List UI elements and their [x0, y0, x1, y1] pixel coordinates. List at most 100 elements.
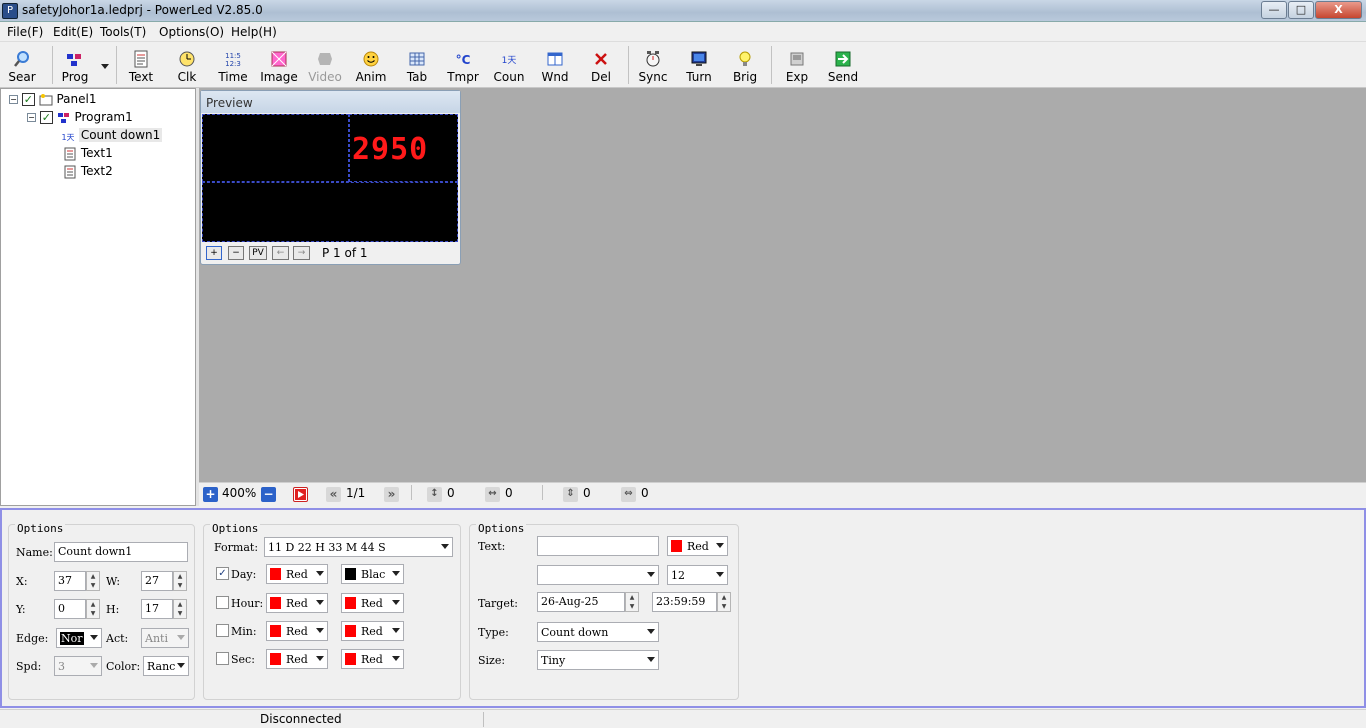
svg-text:°C: °C: [456, 53, 471, 67]
text-button[interactable]: Text: [119, 46, 163, 86]
export-button[interactable]: Exp: [775, 46, 819, 86]
countdown-button[interactable]: 1天 Coun: [487, 46, 531, 86]
preview-pv-button[interactable]: PV: [249, 246, 267, 260]
sync-icon: [646, 51, 660, 67]
sec-checkbox[interactable]: [216, 652, 229, 665]
text-field[interactable]: [537, 536, 659, 556]
target-date-field[interactable]: 26-Aug-25: [537, 592, 625, 612]
preview-zoom-out-button[interactable]: −: [228, 246, 244, 260]
color-select[interactable]: Ranc: [143, 656, 189, 676]
sec-color-select[interactable]: Red: [266, 649, 328, 669]
panel-checkbox[interactable]: ✓: [21, 93, 35, 106]
delete-button[interactable]: Del: [579, 46, 623, 86]
type-select[interactable]: Count down: [537, 622, 659, 642]
options-basic-title: Options: [15, 522, 66, 535]
led-area-text1[interactable]: [202, 114, 349, 182]
play-icon[interactable]: [293, 487, 308, 502]
min-color-select[interactable]: Red: [266, 621, 328, 641]
hour-color-select[interactable]: Red: [266, 593, 328, 613]
panel-icon: [39, 93, 53, 105]
menu-tools[interactable]: Tools(T): [100, 25, 146, 39]
program-checkbox[interactable]: ✓: [39, 111, 53, 124]
chevron-down-icon: [316, 656, 324, 661]
target-time-field[interactable]: 23:59:59: [652, 592, 717, 612]
color-swatch: [270, 653, 281, 665]
clock-button[interactable]: Clk: [165, 46, 209, 86]
w-field[interactable]: 27: [141, 571, 173, 591]
hour-checkbox[interactable]: [216, 596, 229, 609]
edge-select[interactable]: Nor: [56, 628, 102, 648]
act-select[interactable]: Anti: [141, 628, 189, 648]
h-field[interactable]: 17: [141, 599, 173, 619]
menu-file[interactable]: File(F): [7, 25, 43, 39]
temperature-button[interactable]: °C Tmpr: [441, 46, 485, 86]
last-page-icon[interactable]: »: [384, 487, 399, 502]
turn-button-label: Turn: [686, 70, 712, 84]
tree-node-countdown-label: Count down1: [78, 128, 163, 142]
font-size-select[interactable]: 12: [667, 565, 728, 585]
preview-prev-button[interactable]: ←: [272, 246, 289, 260]
program-dropdown-arrow[interactable]: [101, 64, 109, 69]
day-bg-color-select[interactable]: Blac: [341, 564, 404, 584]
minimize-button[interactable]: —: [1261, 1, 1287, 19]
turn-button[interactable]: Turn: [677, 46, 721, 86]
maximize-button[interactable]: □: [1288, 1, 1314, 19]
preview-next-button[interactable]: →: [293, 246, 310, 260]
sync-button[interactable]: Sync: [631, 46, 675, 86]
min-label: Min:: [231, 625, 257, 638]
window-button[interactable]: Wnd: [533, 46, 577, 86]
name-field[interactable]: Count down1: [54, 542, 188, 562]
menu-options[interactable]: Options(O): [159, 25, 224, 39]
time-button[interactable]: 11:5 12:3 Time: [211, 46, 255, 86]
animation-button[interactable]: Anim: [349, 46, 393, 86]
search-button[interactable]: Sear: [0, 46, 44, 86]
menu-help[interactable]: Help(H): [231, 25, 277, 39]
first-page-icon[interactable]: «: [326, 487, 341, 502]
day-bg-color-value: Blac: [361, 568, 386, 581]
tree-node-program[interactable]: − ✓ Program1: [27, 109, 133, 126]
menu-edit[interactable]: Edit(E): [53, 25, 93, 39]
hour-bg-color-select[interactable]: Red: [341, 593, 404, 613]
collapse-toggle[interactable]: −: [27, 113, 36, 122]
chevron-down-icon: [716, 572, 724, 577]
size-select[interactable]: Tiny: [537, 650, 659, 670]
format-select[interactable]: 11 D 22 H 33 M 44 S: [264, 537, 453, 557]
video-button[interactable]: Video: [303, 46, 347, 86]
tree-node-text2[interactable]: Text2: [63, 163, 113, 180]
led-area-text2[interactable]: [202, 182, 458, 242]
day-color-select[interactable]: Red: [266, 564, 328, 584]
image-button[interactable]: Image: [257, 46, 301, 86]
program-button[interactable]: Prog: [53, 46, 97, 86]
color-swatch: [270, 597, 281, 609]
zoom-out-icon[interactable]: −: [261, 487, 276, 502]
preview-zoom-in-button[interactable]: +: [206, 246, 222, 260]
tree-node-text1[interactable]: Text1: [63, 145, 113, 162]
zoom-in-icon[interactable]: +: [203, 487, 218, 502]
table-button[interactable]: Tab: [395, 46, 439, 86]
y-field[interactable]: 0: [54, 599, 86, 619]
min-checkbox[interactable]: [216, 624, 229, 637]
y-spinner[interactable]: ▲ ▼: [86, 599, 100, 619]
collapse-toggle[interactable]: −: [9, 95, 18, 104]
h-spinner[interactable]: ▲ ▼: [173, 599, 187, 619]
min-bg-color-select[interactable]: Red: [341, 621, 404, 641]
brightness-button[interactable]: Brig: [723, 46, 767, 86]
close-button[interactable]: X: [1315, 1, 1362, 19]
tree-node-panel[interactable]: − ✓ Panel1: [9, 91, 97, 108]
speed-select[interactable]: 3: [54, 656, 102, 676]
clock-icon: [179, 51, 195, 67]
target-date-spinner[interactable]: ▲ ▼: [625, 592, 639, 612]
w-spinner[interactable]: ▲ ▼: [173, 571, 187, 591]
color-select-value: Ranc: [147, 660, 176, 673]
led-countdown-value: 2950: [352, 132, 429, 167]
sec-bg-color-select[interactable]: Red: [341, 649, 404, 669]
x-spinner[interactable]: ▲ ▼: [86, 571, 100, 591]
target-time-spinner[interactable]: ▲ ▼: [717, 592, 731, 612]
x-field[interactable]: 37: [54, 571, 86, 591]
send-button[interactable]: Send: [821, 46, 865, 86]
day-checkbox[interactable]: ✓: [216, 567, 229, 580]
text-color-select[interactable]: Red: [667, 536, 728, 556]
font-select[interactable]: [537, 565, 659, 585]
canvas-status-bar: + 400% − « 1/1 » ↕ 0 ↔ 0 ⇕ 0 ⇔ 0: [199, 482, 1366, 506]
tree-node-countdown[interactable]: 1天 Count down1: [61, 127, 163, 144]
